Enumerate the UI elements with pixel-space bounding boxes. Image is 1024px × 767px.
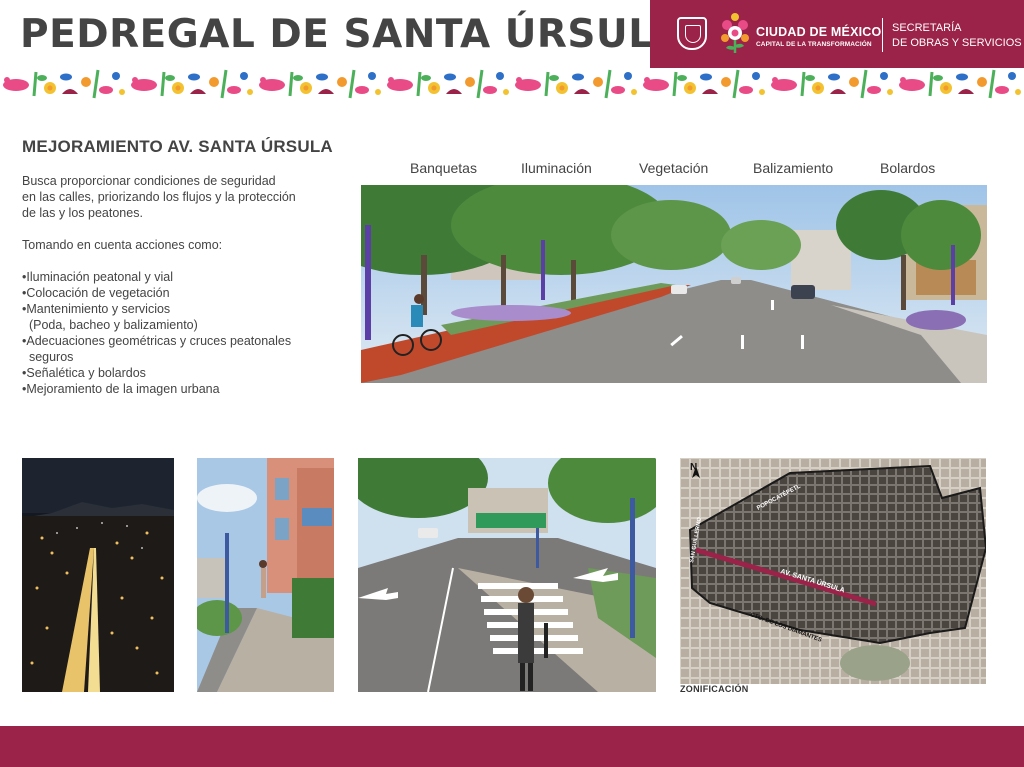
category-iluminacion: Iluminación xyxy=(521,160,592,176)
zoning-map: N POPOCATÉPETL AV. SANTA ÚRSULA CTO. DE … xyxy=(680,458,986,684)
category-vegetacion: Vegetación xyxy=(639,160,709,176)
page-title: PEDREGAL DE SANTA ÚRSULA xyxy=(20,12,685,57)
category-balizamiento: Balizamiento xyxy=(753,160,834,176)
list-item: •Colocación de vegetación xyxy=(22,286,170,300)
government-brand-banner: CIUDAD DE MÉXICO CAPITAL DE LA TRANSFORM… xyxy=(650,0,1024,68)
section-title: MEJORAMIENTO AV. SANTA ÚRSULA xyxy=(22,137,333,156)
actions-list: •Iluminación peatonal y vial •Colocación… xyxy=(22,269,352,397)
city-tagline: CAPITAL DE LA TRANSFORMACIÓN xyxy=(756,41,872,48)
intro-line: Busca proporcionar condiciones de seguri… xyxy=(22,174,276,188)
list-item: seguros xyxy=(22,350,74,364)
intro-line: de las y los peatones. xyxy=(22,206,143,220)
crosswalk-render-image xyxy=(358,458,656,692)
list-item: •Mejoramiento de la imagen urbana xyxy=(22,382,220,396)
secretaria-line-1: SECRETARÍA xyxy=(892,22,962,34)
section-description: Busca proporcionar condiciones de seguri… xyxy=(22,173,352,397)
list-item: •Señalética y bolardos xyxy=(22,366,146,380)
map-caption: ZONIFICACIÓN xyxy=(680,684,749,694)
actions-intro: Tomando en cuenta acciones como: xyxy=(22,238,223,252)
category-bolardos: Bolardos xyxy=(880,160,936,176)
list-item: •Adecuaciones geométricas y cruces peato… xyxy=(22,334,292,348)
secretaria-line-2: DE OBRAS Y SERVICIOS xyxy=(892,37,1022,49)
footer-bar xyxy=(0,726,1024,767)
decorative-floral-band xyxy=(0,68,1024,100)
night-aerial-image xyxy=(22,458,174,692)
city-seal-icon xyxy=(677,17,707,50)
list-item: •Mantenimiento y servicios xyxy=(22,302,171,316)
category-banquetas: Banquetas xyxy=(410,160,477,176)
cdmx-flower-logo xyxy=(721,13,749,53)
list-item: •Iluminación peatonal y vial xyxy=(22,270,173,284)
brand-divider xyxy=(882,18,883,52)
city-name: CIUDAD DE MÉXICO xyxy=(756,25,882,39)
intro-line: en las calles, priorizando los flujos y … xyxy=(22,190,296,204)
map-north-label: N xyxy=(690,462,697,473)
sidewalk-image xyxy=(197,458,334,692)
avenue-render-image xyxy=(361,185,987,383)
list-item: (Poda, bacheo y balizamiento) xyxy=(22,318,198,332)
